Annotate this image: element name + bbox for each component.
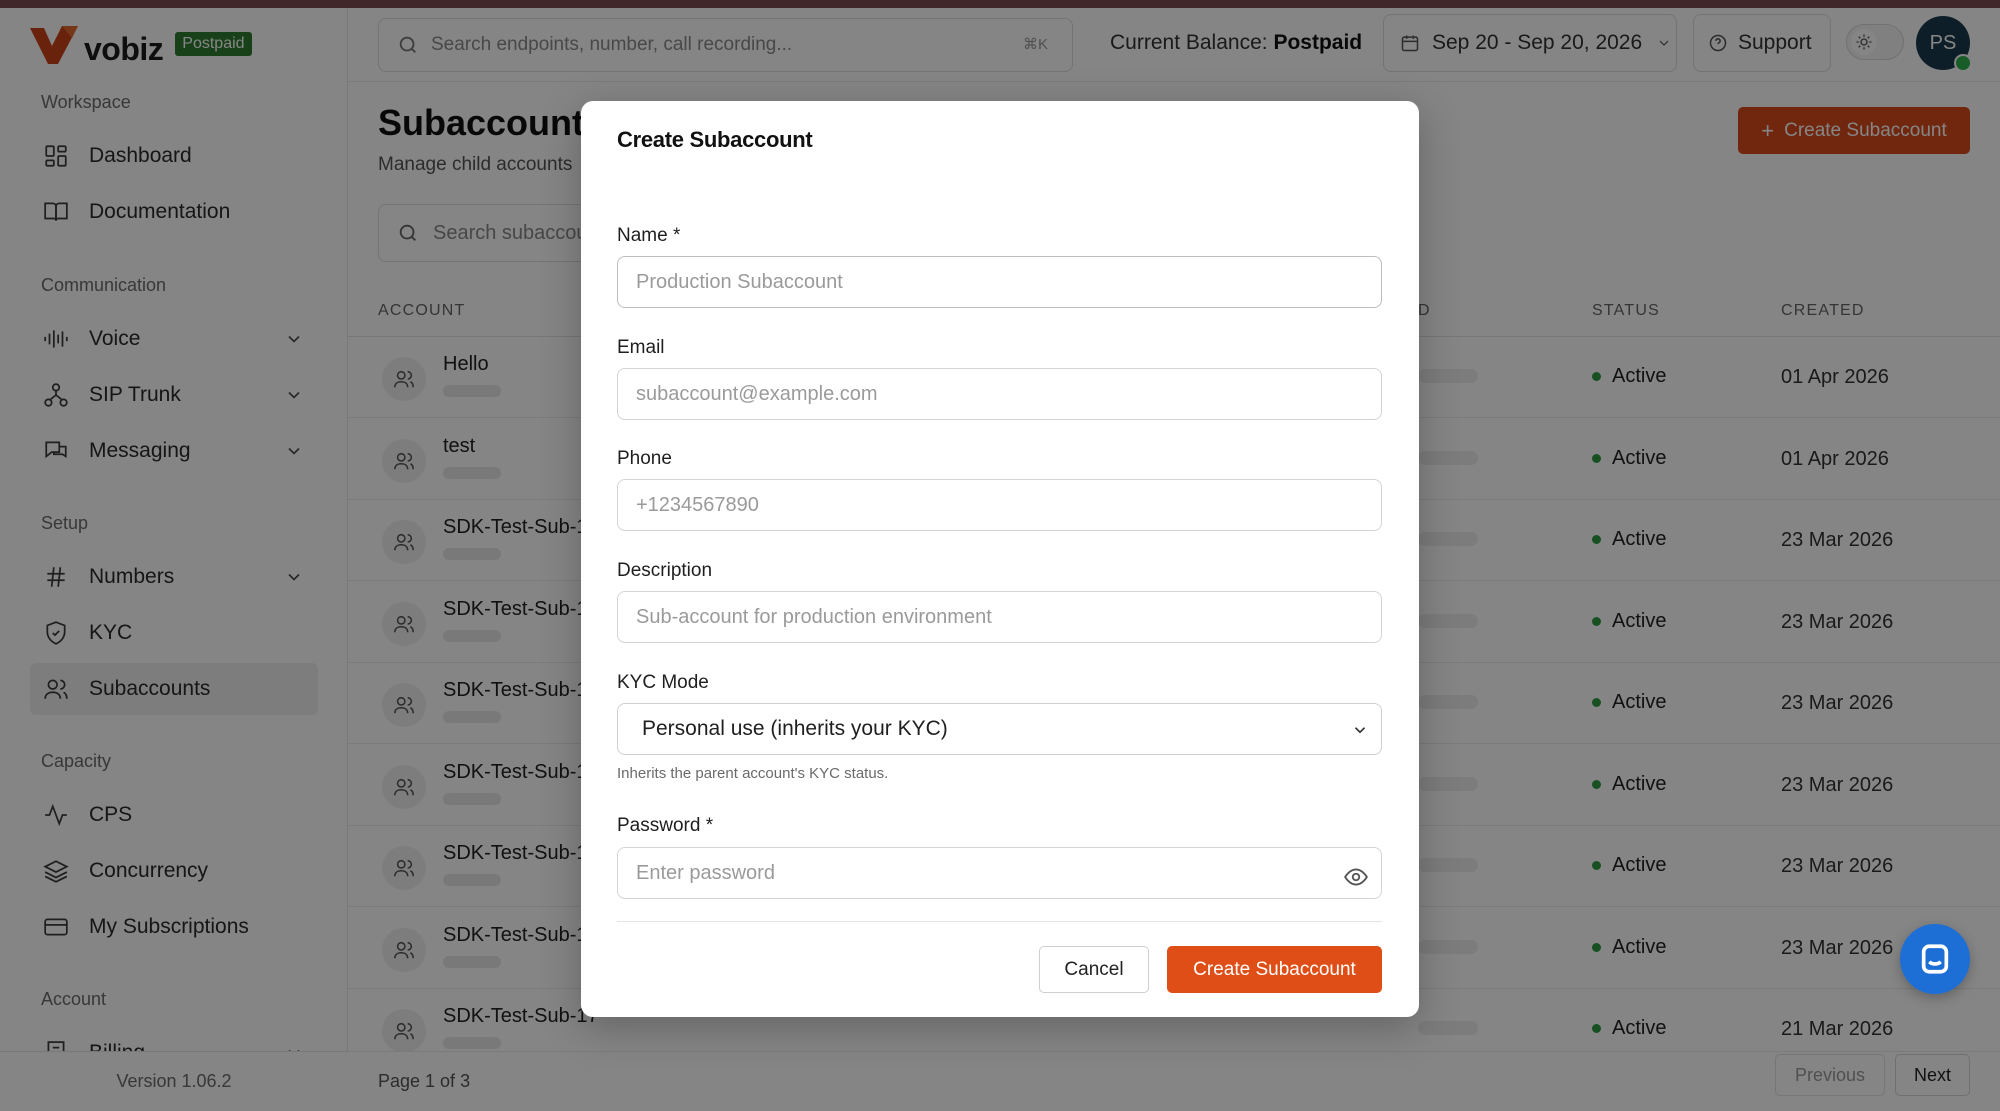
support-chat-launcher[interactable] (1900, 924, 1970, 994)
kyc-mode-select[interactable]: Personal use (inherits your KYC) (617, 703, 1382, 755)
eye-icon[interactable] (1343, 864, 1369, 890)
name-input[interactable] (617, 256, 1382, 308)
description-label: Description (617, 560, 713, 581)
chat-launcher-icon (1921, 944, 1949, 974)
phone-label: Phone (617, 448, 672, 469)
kyc-mode-label: KYC Mode (617, 672, 709, 693)
email-input[interactable] (617, 368, 1382, 420)
create-subaccount-dialog: Create Subaccount Name * Email Phone Des… (581, 101, 1419, 1017)
kyc-mode-value: Personal use (inherits your KYC) (642, 717, 948, 740)
dialog-title: Create Subaccount (617, 127, 813, 152)
cancel-button[interactable]: Cancel (1039, 946, 1149, 993)
chevron-down-icon (1351, 721, 1369, 739)
email-label: Email (617, 337, 665, 358)
password-input[interactable] (617, 847, 1382, 899)
description-input[interactable] (617, 591, 1382, 643)
name-label: Name * (617, 225, 681, 246)
password-label: Password * (617, 815, 714, 836)
dialog-footer-divider (617, 921, 1382, 922)
phone-input[interactable] (617, 479, 1382, 531)
create-subaccount-submit-button[interactable]: Create Subaccount (1167, 946, 1382, 993)
kyc-mode-help: Inherits the parent account's KYC status… (617, 765, 889, 782)
